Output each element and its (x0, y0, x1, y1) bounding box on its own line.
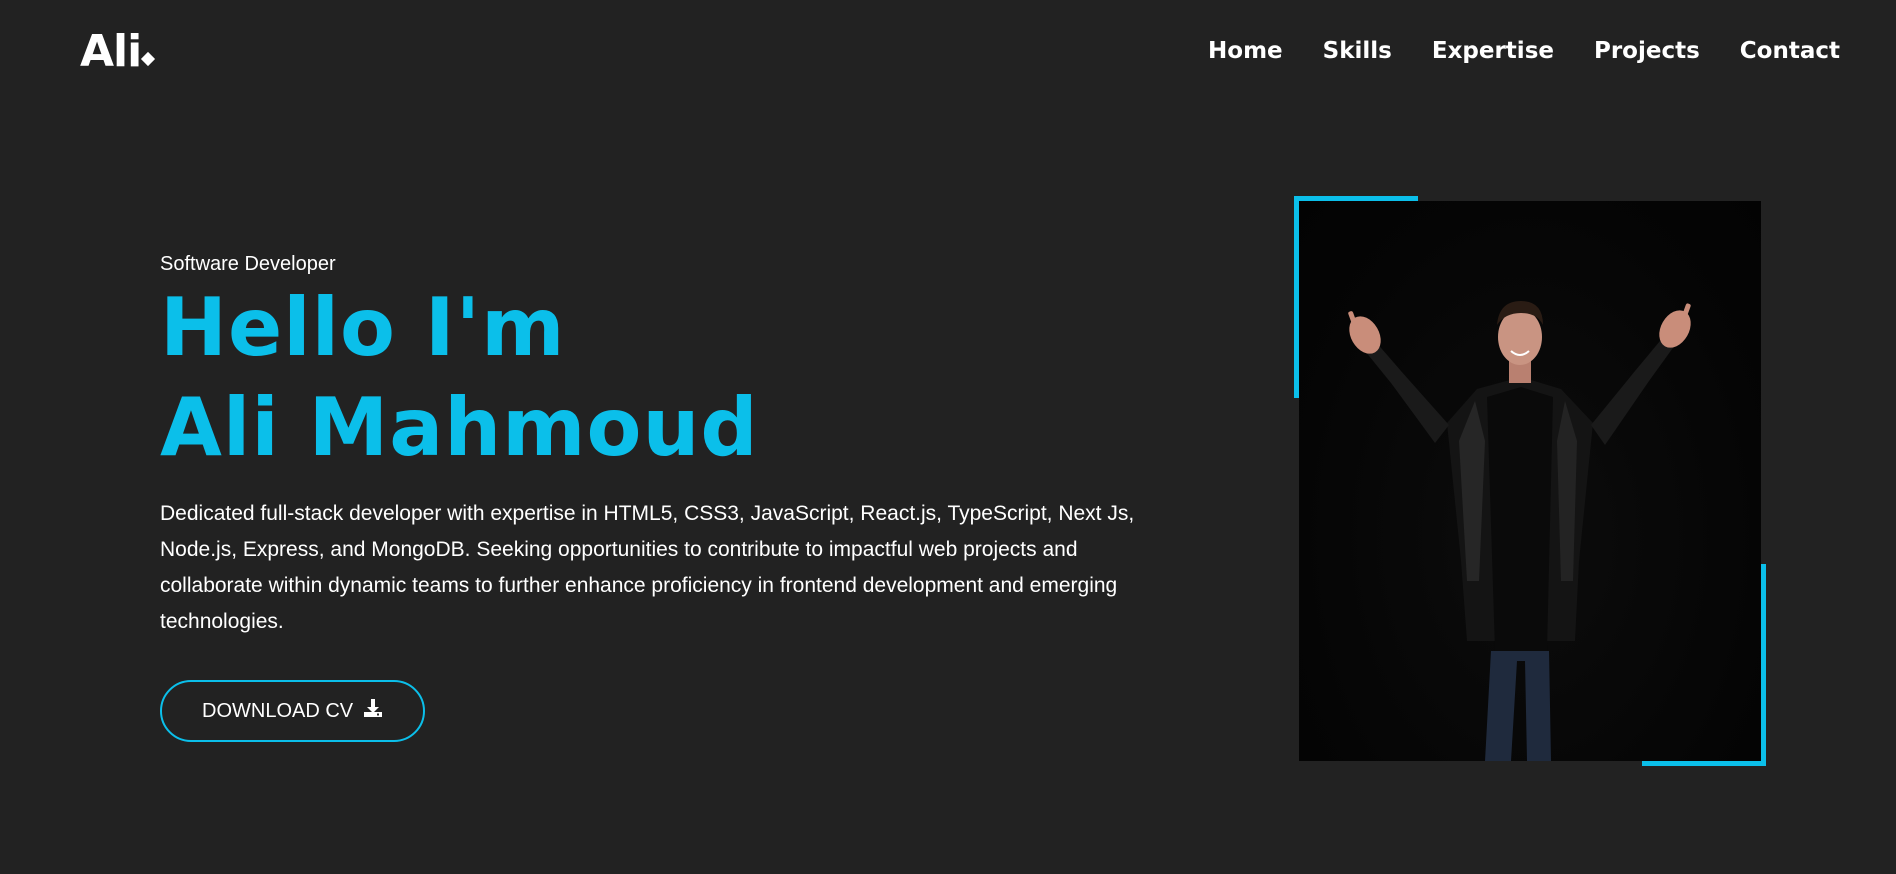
nav-item-contact[interactable]: Contact (1740, 34, 1840, 68)
hero-greeting: Hello I'm (160, 281, 566, 374)
hero-description: Dedicated full-stack developer with expe… (160, 502, 1135, 633)
logo-dot (141, 51, 156, 67)
download-cv-label: DOWNLOAD CV (202, 699, 354, 722)
hero-role: Software Developer (160, 253, 336, 275)
nav-item-skills[interactable]: Skills (1323, 34, 1392, 68)
nav-item-projects[interactable]: Projects (1594, 34, 1700, 68)
hero-section: Software Developer Hello I'm Ali Mahmoud… (160, 250, 1160, 742)
site-logo[interactable]: Ali (80, 26, 156, 77)
download-cv-button[interactable]: DOWNLOAD CV (160, 680, 426, 742)
nav-item-home[interactable]: Home (1208, 34, 1283, 68)
profile-photo-illustration (1348, 301, 1691, 761)
nav-item-expertise[interactable]: Expertise (1432, 34, 1554, 68)
profile-photo (1299, 201, 1761, 761)
main-nav: Home Skills Expertise Projects Contact (1208, 34, 1840, 68)
profile-photo-frame (1294, 196, 1766, 766)
frame-corner-bottom-right-vertical (1761, 564, 1766, 766)
download-icon (363, 698, 383, 724)
logo-text: Ali (80, 26, 142, 77)
frame-corner-bottom-right (1642, 761, 1766, 766)
hero-name: Ali Mahmoud (160, 381, 759, 474)
